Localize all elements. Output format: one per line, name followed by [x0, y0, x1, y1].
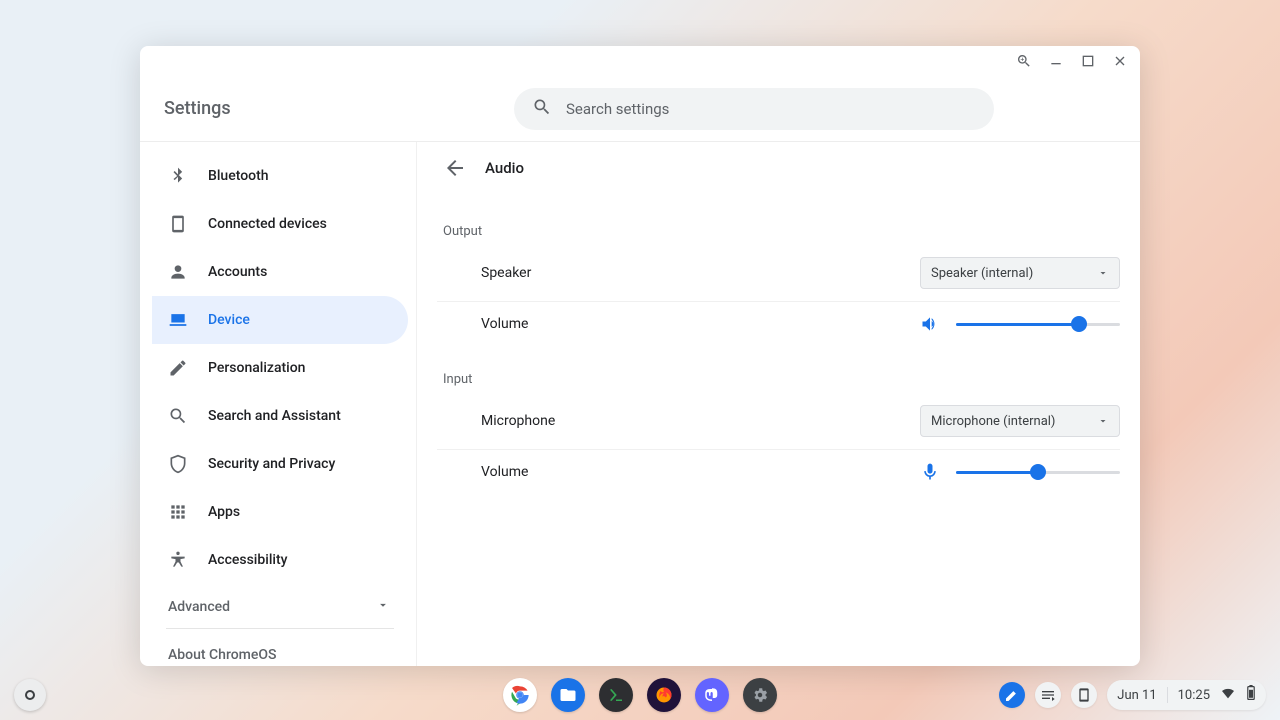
chevron-down-icon: [376, 598, 390, 616]
search-icon: [168, 406, 188, 426]
sidebar-item-apps[interactable]: Apps: [152, 488, 408, 536]
sidebar-item-label: Search and Assistant: [208, 408, 341, 424]
input-volume-slider[interactable]: [956, 462, 1120, 482]
zoom-icon[interactable]: [1016, 53, 1032, 69]
sidebar-item-accounts[interactable]: Accounts: [152, 248, 408, 296]
input-volume-label: Volume: [481, 464, 528, 480]
shield-icon: [168, 454, 188, 474]
speaker-dropdown-value: Speaker (internal): [931, 266, 1033, 281]
minimize-icon[interactable]: [1048, 53, 1064, 69]
app-title: Settings: [164, 98, 424, 119]
status-phone-icon[interactable]: [1071, 682, 1097, 708]
close-icon[interactable]: [1112, 53, 1128, 69]
sidebar-about[interactable]: About ChromeOS: [152, 637, 408, 666]
sidebar-item-label: Personalization: [208, 360, 305, 376]
sidebar-item-label: Connected devices: [208, 216, 327, 232]
status-time: 10:25: [1178, 688, 1210, 703]
mic-label: Microphone: [481, 413, 555, 429]
apps-grid-icon: [168, 502, 188, 522]
search-icon: [532, 97, 552, 121]
sidebar-item-device[interactable]: Device: [152, 296, 408, 344]
app-terminal[interactable]: [599, 678, 633, 712]
output-volume-row: Volume: [437, 302, 1120, 346]
bluetooth-icon: [168, 166, 188, 186]
sidebar-item-label: Bluetooth: [208, 168, 269, 184]
phone-icon: [168, 214, 188, 234]
sidebar-item-search-assistant[interactable]: Search and Assistant: [152, 392, 408, 440]
output-section-label: Output: [443, 224, 1120, 239]
settings-window: Settings Bluetooth Connected devices: [140, 46, 1140, 666]
search-input[interactable]: [566, 100, 976, 118]
sidebar-item-personalization[interactable]: Personalization: [152, 344, 408, 392]
sidebar-item-label: Accounts: [208, 264, 267, 280]
sidebar-item-label: Apps: [208, 504, 240, 520]
sidebar-item-security-privacy[interactable]: Security and Privacy: [152, 440, 408, 488]
sidebar-divider: [166, 628, 394, 629]
sidebar-item-bluetooth[interactable]: Bluetooth: [152, 152, 408, 200]
mic-dropdown-value: Microphone (internal): [931, 414, 1055, 429]
input-mic-row: Microphone Microphone (internal): [437, 393, 1120, 450]
accessibility-icon: [168, 550, 188, 570]
sidebar-item-connected-devices[interactable]: Connected devices: [152, 200, 408, 248]
input-section-label: Input: [443, 372, 1120, 387]
app-mastodon[interactable]: [695, 678, 729, 712]
sidebar-item-label: Accessibility: [208, 552, 287, 568]
sidebar-item-label: Security and Privacy: [208, 456, 335, 472]
status-music-icon[interactable]: [1035, 682, 1061, 708]
status-area: Jun 11 10:25: [999, 680, 1266, 710]
status-tray[interactable]: Jun 11 10:25: [1107, 680, 1266, 710]
sidebar: Bluetooth Connected devices Accounts Dev…: [140, 142, 416, 666]
window-titlebar: [140, 46, 1140, 76]
app-firefox[interactable]: [647, 678, 681, 712]
shelf: Jun 11 10:25: [0, 670, 1280, 720]
output-volume-label: Volume: [481, 316, 528, 332]
chevron-down-icon: [1097, 267, 1109, 279]
laptop-icon: [168, 310, 188, 330]
wifi-icon: [1220, 685, 1236, 705]
launcher-icon: [25, 690, 35, 700]
search-bar[interactable]: [514, 88, 994, 130]
sidebar-item-accessibility[interactable]: Accessibility: [152, 536, 408, 584]
app-settings[interactable]: [743, 678, 777, 712]
app-chrome[interactable]: [503, 678, 537, 712]
person-icon: [168, 262, 188, 282]
pinned-apps: [503, 678, 777, 712]
battery-icon: [1246, 685, 1256, 705]
back-button[interactable]: [443, 156, 467, 180]
volume-icon[interactable]: [920, 314, 940, 334]
status-pen-icon[interactable]: [999, 682, 1025, 708]
maximize-icon[interactable]: [1080, 53, 1096, 69]
status-date: Jun 11: [1117, 688, 1156, 703]
input-volume-row: Volume: [437, 450, 1120, 494]
speaker-dropdown[interactable]: Speaker (internal): [920, 257, 1120, 289]
app-files[interactable]: [551, 678, 585, 712]
mic-dropdown[interactable]: Microphone (internal): [920, 405, 1120, 437]
output-volume-slider[interactable]: [956, 314, 1120, 334]
chevron-down-icon: [1097, 415, 1109, 427]
speaker-label: Speaker: [481, 265, 531, 281]
microphone-icon[interactable]: [920, 462, 940, 482]
about-label: About ChromeOS: [168, 647, 276, 663]
sidebar-advanced[interactable]: Advanced: [152, 584, 408, 626]
pencil-icon: [168, 358, 188, 378]
launcher-button[interactable]: [14, 679, 46, 711]
output-speaker-row: Speaker Speaker (internal): [437, 245, 1120, 302]
advanced-label: Advanced: [168, 599, 230, 615]
page-title: Audio: [485, 159, 524, 177]
settings-header: Settings: [140, 76, 1140, 142]
sidebar-item-label: Device: [208, 312, 250, 328]
content-area: Audio Output Speaker Speaker (internal) …: [416, 142, 1140, 666]
